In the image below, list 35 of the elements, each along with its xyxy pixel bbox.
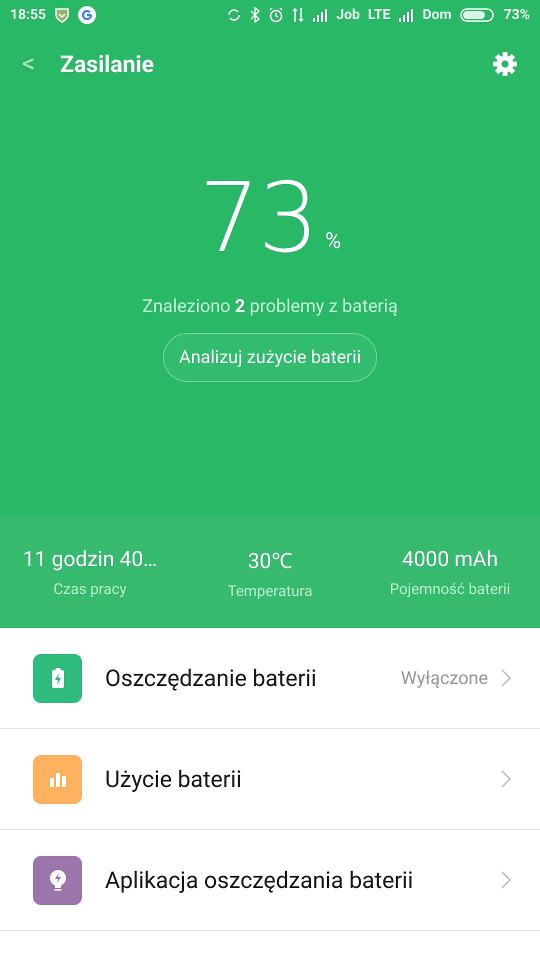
sync-icon bbox=[226, 7, 242, 23]
carrier-name: Dom bbox=[422, 7, 452, 23]
battery-percent: 73% bbox=[504, 7, 530, 23]
stat-label: Czas pracy bbox=[53, 580, 127, 598]
stat-value: 4000 mAh bbox=[402, 548, 498, 572]
alarm-icon bbox=[268, 7, 284, 23]
stat-value: 11 godzin 40… bbox=[22, 548, 158, 572]
google-icon bbox=[78, 6, 96, 24]
menu-title: Użycie baterii bbox=[105, 766, 243, 792]
bluetooth-icon bbox=[250, 7, 260, 23]
menu-item[interactable]: Aplikacja oszczędzania baterii bbox=[0, 830, 540, 931]
stat-label: Pojemność baterii bbox=[390, 580, 510, 598]
shield-icon bbox=[54, 7, 70, 23]
signal-icon bbox=[398, 7, 414, 23]
percent-sign: % bbox=[325, 229, 342, 254]
stat-label: Temperatura bbox=[228, 582, 312, 600]
chevron-icon bbox=[500, 769, 512, 789]
screen-title: Zasilanie bbox=[60, 50, 155, 78]
menu-item[interactable]: Oszczędzanie baterii Wyłączone bbox=[0, 628, 540, 729]
menu-item[interactable]: Użycie baterii bbox=[0, 729, 540, 830]
battery-percent: 73 bbox=[198, 170, 318, 266]
clock: 18:55 bbox=[10, 7, 46, 23]
stat-value: 30℃ bbox=[248, 549, 292, 574]
menu-title: Aplikacja oszczędzania baterii bbox=[105, 866, 414, 894]
data-arrows-icon bbox=[292, 7, 304, 23]
carrier-name: Job bbox=[336, 7, 360, 23]
chevron-icon bbox=[500, 668, 512, 688]
network-type: LTE bbox=[368, 7, 390, 23]
problems-text: Znaleziono 2 problemy z baterią bbox=[142, 296, 398, 317]
chevron-icon bbox=[500, 870, 512, 890]
menu-value: Wyłączone bbox=[400, 668, 488, 688]
menu-title: Oszczędzanie baterii bbox=[105, 664, 318, 692]
signal-icon bbox=[312, 7, 328, 23]
settings-icon[interactable] bbox=[492, 51, 518, 77]
battery-icon bbox=[460, 7, 496, 23]
